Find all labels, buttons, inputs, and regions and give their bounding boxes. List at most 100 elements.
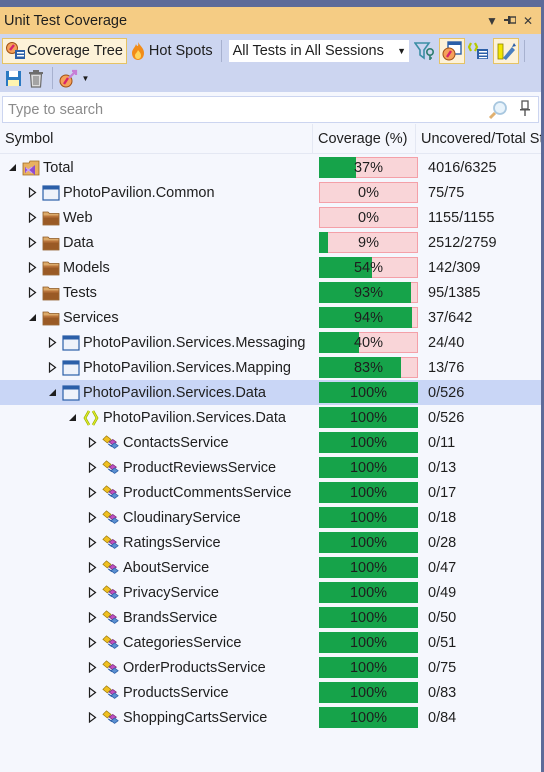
expand-arrow-icon[interactable] — [84, 610, 100, 626]
tree-row-models[interactable]: Models 54% 142/309 — [0, 255, 541, 280]
filter-settings-button[interactable] — [412, 38, 438, 64]
class-icon — [102, 684, 120, 702]
coverage-bar: 83% — [319, 357, 418, 378]
symbol-name: Data — [63, 234, 94, 251]
coverage-percent: 37% — [353, 159, 384, 176]
symbol-name: Services — [63, 309, 119, 326]
hot-spots-button[interactable]: Hot Spots — [127, 38, 217, 64]
expand-arrow-icon[interactable] — [84, 460, 100, 476]
uncovered-total: 37/642 — [428, 309, 473, 326]
search-input[interactable] — [8, 101, 484, 118]
symbol-name: PrivacyService — [123, 584, 219, 601]
uncovered-total: 0/49 — [428, 584, 457, 601]
coverage-bar: 100% — [319, 707, 418, 728]
close-icon[interactable]: ✕ — [519, 14, 537, 28]
expand-arrow-icon[interactable] — [84, 585, 100, 601]
column-header-uncovered[interactable]: Uncovered/Total Statements — [416, 124, 541, 154]
expand-arrow-icon[interactable] — [84, 560, 100, 576]
symbol-cell: CloudinaryService — [0, 509, 318, 527]
uncovered-total: 0/11 — [428, 434, 456, 451]
collapse-arrow-icon[interactable] — [44, 385, 60, 401]
expand-arrow-icon[interactable] — [44, 335, 60, 351]
coverage-percent: 83% — [353, 359, 384, 376]
chevron-down-icon: ▼ — [81, 73, 90, 83]
tree-row-services[interactable]: Services 94% 37/642 — [0, 305, 541, 330]
expand-arrow-icon[interactable] — [24, 210, 40, 226]
window-position-dropdown-icon[interactable]: ▼ — [483, 14, 501, 28]
tree-row-cloudinaryservice[interactable]: CloudinaryService 100% 0/18 — [0, 505, 541, 530]
coverage-tree-icon — [6, 42, 26, 60]
symbol-cell: Data — [0, 234, 318, 252]
highlight-coverage-button[interactable] — [492, 38, 519, 64]
expand-arrow-icon[interactable] — [84, 435, 100, 451]
class-icon — [102, 609, 120, 627]
coverage-percent: 0% — [358, 209, 379, 226]
delete-button[interactable] — [25, 65, 47, 91]
flame-icon — [131, 41, 145, 61]
tree-row-aboutservice[interactable]: AboutService 100% 0/47 — [0, 555, 541, 580]
symbol-cell: Total — [0, 159, 318, 177]
namespace-icon — [82, 409, 100, 427]
expand-arrow-icon[interactable] — [24, 235, 40, 251]
tree-row-web[interactable]: Web 0% 1155/1155 — [0, 205, 541, 230]
collapse-arrow-icon[interactable] — [4, 160, 20, 176]
expand-arrow-icon[interactable] — [24, 260, 40, 276]
expand-arrow-icon[interactable] — [84, 710, 100, 726]
namespace-view-button[interactable] — [466, 38, 492, 64]
tree-row-photopavilion-services-data[interactable]: PhotoPavilion.Services.Data 100% 0/526 — [0, 380, 541, 405]
symbol-cell: PhotoPavilion.Services.Messaging — [0, 334, 318, 352]
expand-arrow-icon[interactable] — [84, 685, 100, 701]
coverage-tree-button[interactable]: Coverage Tree — [2, 38, 127, 64]
expand-arrow-icon[interactable] — [24, 285, 40, 301]
toolbar-separator — [523, 40, 525, 62]
coverage-percent: 100% — [349, 484, 388, 501]
save-button[interactable] — [2, 65, 24, 91]
tree-row-photopavilion-common[interactable]: PhotoPavilion.Common 0% 75/75 — [0, 180, 541, 205]
collapse-arrow-icon[interactable] — [64, 410, 80, 426]
tree-row-contactsservice[interactable]: ContactsService 100% 0/11 — [0, 430, 541, 455]
symbol-name: Total — [43, 159, 74, 176]
expand-arrow-icon[interactable] — [84, 510, 100, 526]
tree-row-photopavilion-services-messaging[interactable]: PhotoPavilion.Services.Messaging 40% 24/… — [0, 330, 541, 355]
tree-row-photopavilion-services-data[interactable]: PhotoPavilion.Services.Data 100% 0/526 — [0, 405, 541, 430]
column-header-symbol[interactable]: Symbol — [0, 123, 313, 154]
export-results-button[interactable]: ▼ — [57, 65, 91, 91]
tree-row-data[interactable]: Data 9% 2512/2759 — [0, 230, 541, 255]
tree-row-ratingsservice[interactable]: RatingsService 100% 0/28 — [0, 530, 541, 555]
column-header-coverage[interactable]: Coverage (%) — [313, 123, 416, 154]
tree-row-tests[interactable]: Tests 93% 95/1385 — [0, 280, 541, 305]
tree-row-orderproductsservice[interactable]: OrderProductsService 100% 0/75 — [0, 655, 541, 680]
search-icon[interactable] — [484, 99, 512, 121]
folder-icon — [42, 259, 60, 277]
tree-row-total[interactable]: Total 37% 4016/6325 — [0, 155, 541, 180]
expand-arrow-icon[interactable] — [24, 185, 40, 201]
coverage-percent: 100% — [349, 534, 388, 551]
search-box[interactable] — [2, 96, 539, 123]
uncovered-total: 13/76 — [428, 359, 465, 376]
symbol-cell: OrderProductsService — [0, 659, 318, 677]
tree-row-categoriesservice[interactable]: CategoriesService 100% 0/51 — [0, 630, 541, 655]
coverage-tree-label: Coverage Tree — [27, 43, 123, 59]
expand-arrow-icon[interactable] — [84, 485, 100, 501]
tree-row-brandsservice[interactable]: BrandsService 100% 0/50 — [0, 605, 541, 630]
tree-row-privacyservice[interactable]: PrivacyService 100% 0/49 — [0, 580, 541, 605]
expand-arrow-icon[interactable] — [84, 635, 100, 651]
tree-row-shoppingcartsservice[interactable]: ShoppingCartsService 100% 0/84 — [0, 705, 541, 730]
expand-arrow-icon[interactable] — [84, 535, 100, 551]
class-icon — [102, 659, 120, 677]
tree-row-productreviewsservice[interactable]: ProductReviewsService 100% 0/13 — [0, 455, 541, 480]
uncovered-total: 0/84 — [428, 709, 457, 726]
tree-row-productsservice[interactable]: ProductsService 100% 0/83 — [0, 680, 541, 705]
pin-icon[interactable] — [512, 100, 538, 119]
collapse-arrow-icon[interactable] — [24, 310, 40, 326]
auto-hide-pin-icon[interactable] — [501, 14, 519, 28]
tool-window-title-bar[interactable]: Unit Test Coverage ▼ ✕ — [0, 7, 541, 34]
export-coverage-icon — [59, 69, 77, 88]
class-icon — [102, 634, 120, 652]
expand-arrow-icon[interactable] — [84, 660, 100, 676]
tree-row-productcommentsservice[interactable]: ProductCommentsService 100% 0/17 — [0, 480, 541, 505]
session-filter-combo[interactable]: All Tests in All Sessions ▼ — [227, 39, 410, 63]
tree-row-photopavilion-services-mapping[interactable]: PhotoPavilion.Services.Mapping 83% 13/76 — [0, 355, 541, 380]
expand-arrow-icon[interactable] — [44, 360, 60, 376]
show-coverage-window-button[interactable] — [438, 38, 465, 64]
